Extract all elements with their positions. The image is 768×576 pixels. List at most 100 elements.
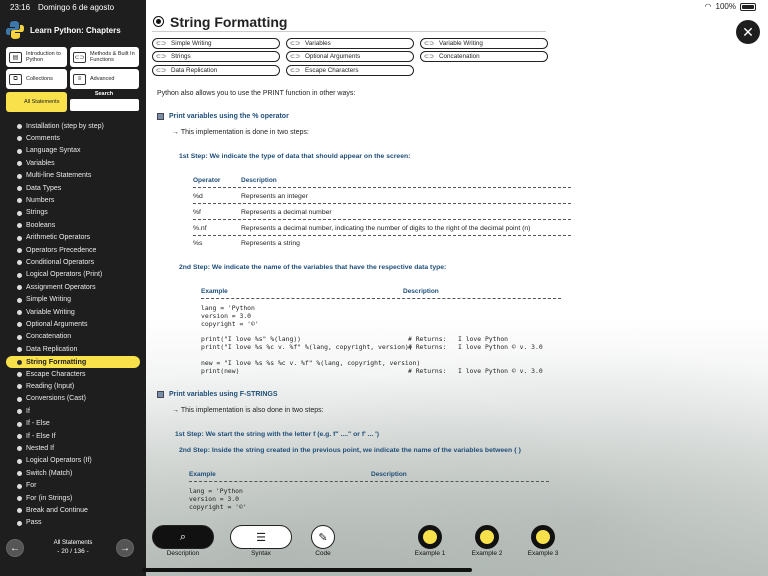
section-f-strings: Print variables using F-STRINGS [157, 391, 278, 398]
close-button[interactable]: ✕ [736, 20, 760, 44]
chapter-all-statements[interactable]: All Statements [6, 92, 67, 112]
chapter-introduction[interactable]: ▤ Introduction to Python [6, 47, 67, 67]
next-button[interactable]: → [116, 539, 134, 557]
example-3-button[interactable] [531, 525, 555, 549]
sidebar-topic-item[interactable]: For [6, 480, 140, 492]
table-cell: Represents a decimal number, indicating … [241, 225, 531, 232]
example-header: Example [189, 471, 216, 478]
sidebar-topic-item[interactable]: Language Syntax [6, 145, 140, 157]
topic-label: Multi-line Statements [26, 172, 92, 180]
link-icon: ⊂⊃ [156, 68, 167, 74]
sidebar-topic-item[interactable]: Multi-line Statements [6, 170, 140, 182]
sidebar-topic-item[interactable]: Conversions (Cast) [6, 393, 140, 405]
section-heading: Print variables using the % operator [169, 113, 289, 120]
status-time: 23:16 [10, 3, 31, 12]
topic-label: Reading (Input) [26, 382, 75, 390]
battery-percent: 100% [715, 2, 736, 11]
sidebar-topic-item[interactable]: Logical Operators (Print) [6, 269, 140, 281]
link-variables[interactable]: ⊂⊃ Variables [286, 38, 414, 49]
close-icon: ✕ [742, 23, 754, 40]
topic-label: Numbers [26, 196, 55, 204]
sidebar-topic-item[interactable]: Reading (Input) [6, 380, 140, 392]
bullet-icon [17, 210, 22, 216]
sidebar-topic-item[interactable]: If - Else If [6, 430, 140, 442]
python-logo-icon [6, 21, 24, 39]
sidebar-topic-item[interactable]: Switch (Match) [6, 467, 140, 479]
status-right: ◠ 100% [705, 2, 756, 11]
previous-button[interactable]: ← [6, 539, 24, 557]
search-input[interactable] [70, 99, 139, 111]
status-date: Domingo 6 de agosto [38, 3, 115, 12]
sidebar-topic-item[interactable]: Booleans [6, 219, 140, 231]
sidebar-topic-item[interactable]: Break and Continue [6, 504, 140, 516]
chapter-methods[interactable]: ⊂⊃ Methods & Built In Functions [70, 47, 139, 67]
code-line: print(new) [201, 367, 240, 375]
sidebar-topic-item[interactable]: Comments [6, 132, 140, 144]
topic-label: Comments [26, 134, 60, 142]
example-2-label: Example 2 [471, 550, 503, 557]
sidebar-topic-item[interactable]: Conditional Operators [6, 256, 140, 268]
example-dot-fill [480, 530, 494, 544]
sidebar-footer: ← All Statements - 20 / 136 - → [0, 536, 146, 562]
sidebar-topic-item[interactable]: If [6, 405, 140, 417]
sidebar-topic-item[interactable]: Variables [6, 157, 140, 169]
home-indicator [142, 568, 472, 572]
sidebar-topic-item[interactable]: Escape Characters [6, 368, 140, 380]
sidebar-topic-item[interactable]: Concatenation [6, 331, 140, 343]
link-optional-arguments[interactable]: ⊂⊃ Optional Arguments [286, 51, 414, 62]
code-block: lang = 'Python version = 3.0 copyright =… [201, 304, 259, 328]
sidebar-topic-item[interactable]: Installation (step by step) [6, 120, 140, 132]
topic-label: Language Syntax [26, 147, 81, 155]
link-icon: ⊂⊃ [424, 54, 435, 60]
sidebar-topic-item[interactable]: Arithmetic Operators [6, 232, 140, 244]
sidebar-topic-item[interactable]: Pass [6, 517, 140, 529]
sidebar-topic-item[interactable]: For (in Strings) [6, 492, 140, 504]
sidebar-topic-item[interactable]: Optional Arguments [6, 318, 140, 330]
section-percent-operator: Print variables using the % operator [157, 113, 289, 120]
example-dot-fill [536, 530, 550, 544]
intro-text: Python also allows you to use the PRINT … [157, 90, 356, 97]
link-concatenation[interactable]: ⊂⊃ Concatenation [420, 51, 548, 62]
sidebar-topic-item[interactable]: Strings [6, 207, 140, 219]
example-1-button[interactable] [418, 525, 442, 549]
tab-description[interactable]: ⌕ [152, 525, 214, 549]
link-simple-writing[interactable]: ⊂⊃ Simple Writing [152, 38, 280, 49]
sidebar-topic-item[interactable]: If - Else [6, 418, 140, 430]
sidebar: Learn Python: Chapters ▤ Introduction to… [0, 0, 146, 576]
bullet-icon [17, 384, 22, 390]
chapter-collections[interactable]: ⧉ Collections [6, 69, 67, 89]
link-icon: ⊂⊃ [290, 41, 301, 47]
sidebar-topic-item[interactable]: Assignment Operators [6, 281, 140, 293]
link-strings[interactable]: ⊂⊃ Strings [152, 51, 280, 62]
example-2-button[interactable] [475, 525, 499, 549]
search-label: Search [94, 91, 114, 97]
sidebar-topic-item[interactable]: Logical Operators (If) [6, 455, 140, 467]
link-icon: ⊂⊃ [290, 68, 301, 74]
sidebar-topic-item[interactable]: String Formatting [6, 355, 140, 368]
footer-label: All Statements [53, 540, 93, 546]
sidebar-topic-item[interactable]: Data Types [6, 182, 140, 194]
sidebar-topic-item[interactable]: Data Replication [6, 343, 140, 355]
sidebar-topic-item[interactable]: Simple Writing [6, 294, 140, 306]
sidebar-topic-item[interactable]: Operators Precedence [6, 244, 140, 256]
title-divider [152, 31, 546, 32]
sidebar-topic-item[interactable]: Variable Writing [6, 306, 140, 318]
table-cell: %s [193, 240, 203, 247]
chapter-label: All Statements [24, 99, 60, 105]
link-data-replication[interactable]: ⊂⊃ Data Replication [152, 65, 280, 76]
topic-label: If [26, 407, 30, 415]
topic-label: Conversions (Cast) [26, 395, 86, 403]
tab-code[interactable]: ✎ [311, 525, 335, 549]
table-cell: %f [193, 209, 201, 216]
sidebar-topic-item[interactable]: Numbers [6, 194, 140, 206]
link-escape-characters[interactable]: ⊂⊃ Escape Characters [286, 65, 414, 76]
tab-syntax[interactable]: ☰ [230, 525, 292, 549]
chapter-advanced[interactable]: ≡ Advanced [70, 69, 139, 89]
topic-label: Strings [26, 209, 48, 217]
sidebar-topic-item[interactable]: Nested If [6, 442, 140, 454]
chapter-label: Methods & Built In Functions [90, 51, 135, 63]
bullet-icon [17, 260, 22, 266]
section-sub: → This implementation is done in two ste… [172, 129, 309, 136]
collection-icon: ⧉ [9, 73, 22, 85]
link-variable-writing[interactable]: ⊂⊃ Variable Writing [420, 38, 548, 49]
